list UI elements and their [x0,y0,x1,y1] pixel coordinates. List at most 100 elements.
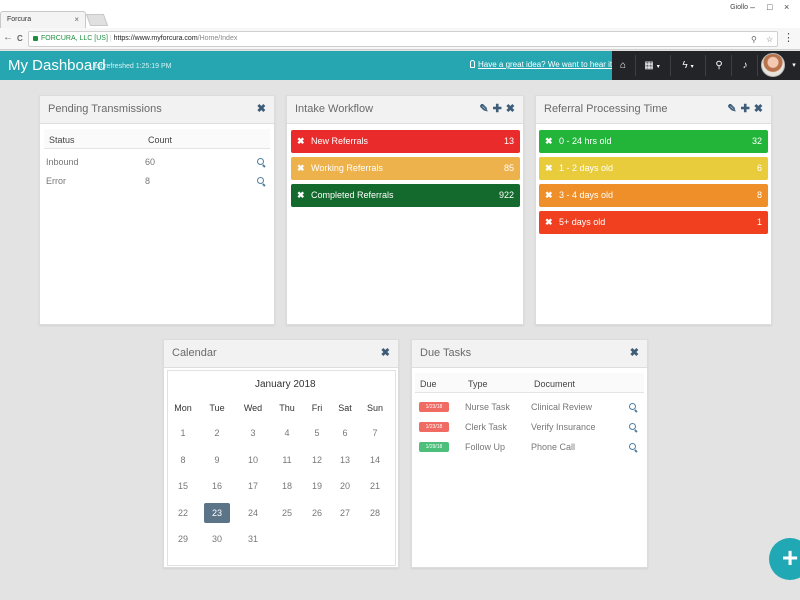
calendar-day[interactable]: 26 [302,503,332,523]
calendar-day[interactable]: 11 [272,450,302,470]
bookmark-star-icon[interactable]: ☆ [766,33,773,47]
calendar-day[interactable]: 20 [330,476,360,496]
add-widget-button[interactable]: + [769,538,800,580]
column-header[interactable]: Count [148,135,172,145]
reload-icon[interactable]: C [17,34,23,43]
calendar-day[interactable]: 6 [330,423,360,443]
calendar-day[interactable]: 27 [330,503,360,523]
age-row-5-plus-days[interactable]: ✖ 5+ days old 1 [539,211,768,234]
calendar-day[interactable]: 24 [238,503,268,523]
calendar-day[interactable]: 28 [360,503,390,523]
search-icon[interactable]: ⚲ [708,51,730,80]
calendar-day[interactable]: 7 [360,423,390,443]
add-icon[interactable]: ✚ [493,103,502,115]
remove-icon[interactable]: ✖ [297,130,305,153]
edit-icon[interactable]: ✎ [479,103,488,115]
calendar-day[interactable]: 2 [202,423,232,443]
calendar-day[interactable]: 29 [168,529,198,549]
calendar-day[interactable]: 31 [238,529,268,549]
remove-icon[interactable]: ✖ [545,130,553,153]
lock-icon [33,35,38,41]
calendar-day[interactable]: 21 [360,476,390,496]
calendar-day[interactable]: 10 [238,450,268,470]
calendar-day-today[interactable]: 23 [204,502,230,523]
workflow-row-working-referrals[interactable]: ✖ Working Referrals 85 [291,157,520,180]
calendar-day[interactable]: 4 [272,423,302,443]
calendar-day[interactable]: 18 [272,476,302,496]
row-count: 13 [503,136,514,146]
search-icon[interactable] [257,177,265,185]
row-label: 5+ days old [559,217,606,227]
remove-icon[interactable]: ✖ [545,184,553,207]
age-row-3-4-days[interactable]: ✖ 3 - 4 days old 8 [539,184,768,207]
tab-close-icon[interactable]: × [74,12,79,27]
calendar-day[interactable]: 17 [238,476,268,496]
calendar-day[interactable]: 12 [302,450,332,470]
weekday-header: Wed [243,403,263,413]
edit-icon[interactable]: ✎ [727,103,736,115]
search-icon[interactable] [629,423,637,431]
task-type-cell: Clerk Task [465,422,507,432]
calendar-day[interactable]: 9 [202,450,232,470]
bell-icon[interactable]: ♪ [734,51,756,80]
calendar-day[interactable]: 13 [330,450,360,470]
actions-menu-button[interactable]: ϟ ▾ [674,51,702,80]
age-row-1-2-days[interactable]: ✖ 1 - 2 days old 6 [539,157,768,180]
weekday-header: Sat [338,403,352,413]
workflow-row-new-referrals[interactable]: ✖ New Referrals 13 [291,130,520,153]
close-icon[interactable]: ✖ [630,346,639,359]
calendar-day[interactable]: 14 [360,450,390,470]
add-icon[interactable]: ✚ [741,103,750,115]
search-icon[interactable] [629,443,637,451]
close-icon[interactable]: ✖ [754,103,763,115]
chevron-down-icon: ▾ [656,64,660,70]
calendar-day[interactable]: 15 [168,476,198,496]
search-icon[interactable]: ⚲ [751,33,757,47]
window-close-icon[interactable]: × [784,2,789,12]
maximize-icon[interactable]: □ [767,2,772,12]
url-field[interactable]: FORCURA, LLC [US] | https://www.myforcur… [28,31,778,47]
calendar-day[interactable]: 16 [202,476,232,496]
column-header[interactable]: Due [420,379,437,389]
task-type-cell: Follow Up [465,442,506,452]
minimize-icon[interactable]: – [750,2,755,12]
referral-processing-time-panel: Referral Processing Time ✎ ✚ ✖ ✖ 0 - 24 hr… [535,95,772,325]
idea-link[interactable]: Have a great idea? We want to hear it! [470,60,614,69]
document-cell: Verify Insurance [531,422,596,432]
calendar-day[interactable]: 19 [302,476,332,496]
age-row-0-24-hrs[interactable]: ✖ 0 - 24 hrs old 32 [539,130,768,153]
calendar-day[interactable]: 25 [272,503,302,523]
remove-icon[interactable]: ✖ [297,157,305,180]
calendar-day[interactable]: 8 [168,450,198,470]
browser-menu-icon[interactable]: ⋮ [783,31,794,44]
divider [731,55,732,76]
calendar-day[interactable]: 30 [202,529,232,549]
back-icon[interactable]: ← [3,32,13,43]
search-icon[interactable] [629,403,637,411]
column-header[interactable]: Document [534,379,575,389]
close-icon[interactable]: ✖ [257,102,266,115]
chevron-down-icon[interactable]: ▾ [788,51,800,80]
calendar-day[interactable]: 3 [238,423,268,443]
column-header[interactable]: Status [49,135,75,145]
close-icon[interactable]: ✖ [506,103,515,115]
weekday-header: Fri [311,403,323,413]
remove-icon[interactable]: ✖ [297,184,305,207]
column-header[interactable]: Type [468,379,488,389]
remove-icon[interactable]: ✖ [545,157,553,180]
row-count: 85 [503,163,514,173]
close-icon[interactable]: ✖ [381,346,390,359]
calendar-day[interactable]: 22 [168,503,198,523]
search-icon[interactable] [257,158,265,166]
workflow-row-completed-referrals[interactable]: ✖ Completed Referrals 922 [291,184,520,207]
avatar[interactable] [761,53,785,77]
divider [705,55,706,76]
home-icon[interactable]: ⌂ [612,51,634,80]
calendar-day[interactable]: 1 [168,423,198,443]
browser-tab[interactable]: Forcura × [0,11,86,28]
browser-profile-name[interactable]: Giollo [730,4,748,11]
apps-menu-button[interactable]: ▦ ▾ [638,51,666,80]
calendar-day[interactable]: 5 [302,423,332,443]
new-tab-button[interactable] [85,14,109,26]
remove-icon[interactable]: ✖ [545,211,553,234]
